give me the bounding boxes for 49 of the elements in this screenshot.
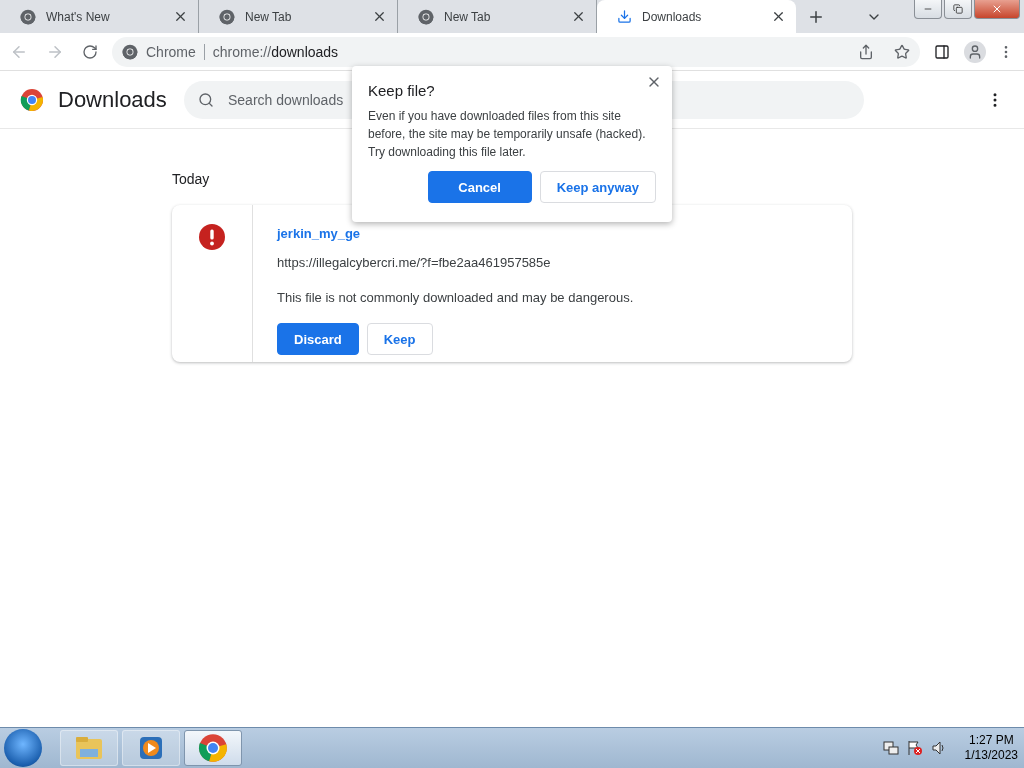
chrome-icon [219,8,235,25]
warning-text: This file is not commonly downloaded and may be dangerous. [277,290,634,305]
media-player-icon [138,735,164,761]
close-icon[interactable] [372,9,387,24]
browser-tab[interactable]: New Tab [398,0,597,33]
close-icon[interactable] [173,9,188,24]
chrome-icon [418,8,434,25]
dialog-message: Even if you have downloaded files from this site before, the site may be temporarily unsafe (hacked). Try downloading this file later. [368,108,647,161]
chrome-icon [198,733,228,763]
section-heading: Today [172,171,211,187]
action-center-flag-icon[interactable] [906,740,923,756]
keep-button[interactable]: Keep [366,323,433,355]
site-label: Chrome [146,43,196,60]
dialog-title: Keep file? [368,82,436,99]
keep-anyway-button[interactable]: Keep anyway [539,171,656,203]
file-name-link[interactable]: jerkin_my_ge [277,226,634,241]
restore-button[interactable] [944,0,972,19]
close-icon[interactable] [771,9,786,24]
restore-icon [953,4,963,14]
chrome-icon [20,8,36,25]
close-window-button[interactable] [974,0,1020,19]
chrome-logo-icon [20,87,44,112]
close-icon[interactable] [571,9,586,24]
reload-icon[interactable] [82,43,98,60]
start-button[interactable] [4,729,42,767]
discard-button[interactable]: Discard [277,323,359,355]
taskbar-app[interactable] [184,730,242,766]
browser-tab[interactable]: New Tab [199,0,398,33]
minimize-button[interactable] [914,0,942,19]
page-title: Downloads [58,86,168,113]
warning-icon [198,223,226,251]
share-icon[interactable] [858,43,874,60]
close-icon [991,3,1003,15]
clock[interactable]: 1:27 PM 1/13/2023 [964,733,1018,763]
url-text: chrome://downloads [212,43,339,60]
speaker-icon[interactable] [930,740,947,756]
folder-icon [74,735,104,761]
cancel-button[interactable]: Cancel [427,171,532,203]
browser-tab[interactable]: What's New [0,0,199,33]
browser-tab[interactable]: Downloads [597,0,796,33]
search-icon [198,91,214,108]
bookmark-star-icon[interactable] [894,43,910,60]
download-icon [617,9,632,24]
side-panel-icon[interactable] [934,43,950,60]
address-bar[interactable]: Chrome chrome://downloads [112,36,920,67]
profile-avatar[interactable] [964,40,986,63]
network-icon[interactable] [882,740,899,756]
download-url: https://illegalcybercri.me/?f=fbe2aa461957585e [277,255,552,270]
chrome-icon [122,43,138,60]
